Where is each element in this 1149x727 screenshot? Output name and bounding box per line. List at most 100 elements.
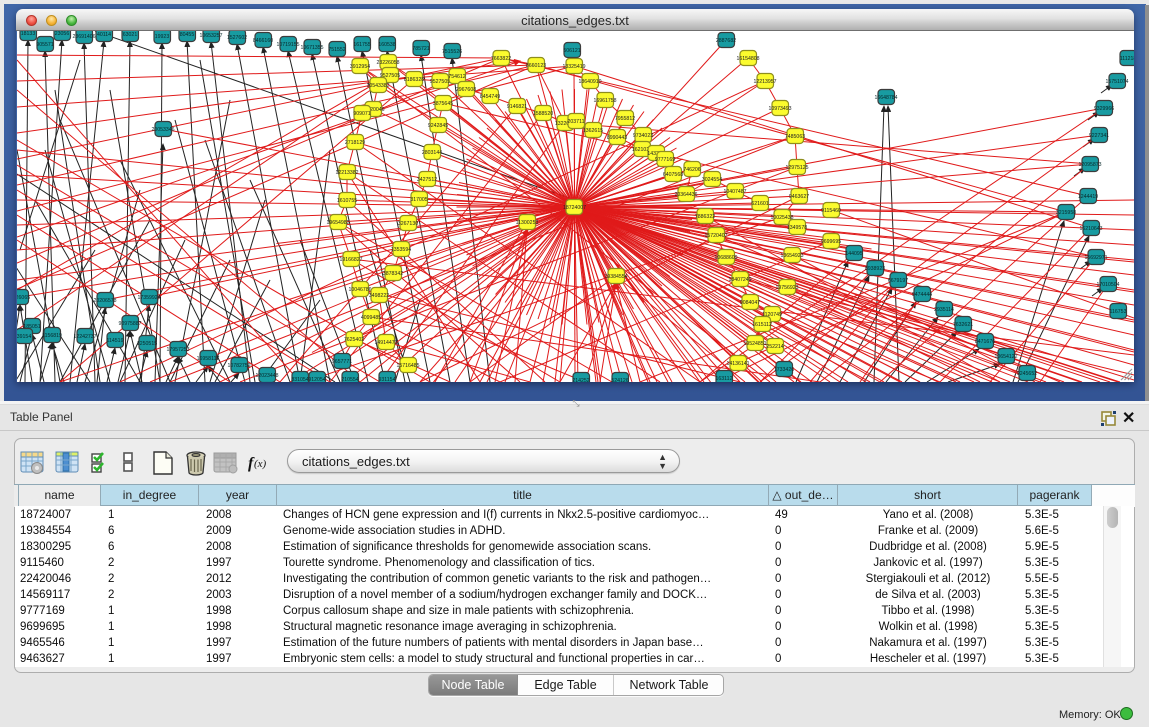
svg-text:524126: 524126 xyxy=(611,378,628,382)
svg-text:9245652: 9245652 xyxy=(1017,371,1037,377)
svg-text:751552: 751552 xyxy=(328,47,345,53)
svg-text:905571: 905571 xyxy=(36,42,53,48)
svg-text:1362615: 1362615 xyxy=(583,128,603,134)
svg-text:210554: 210554 xyxy=(341,377,358,382)
svg-text:909071: 909071 xyxy=(353,111,370,117)
svg-text:8990443: 8990443 xyxy=(607,135,627,141)
svg-text:10719155: 10719155 xyxy=(276,42,299,48)
svg-text:7955812: 7955812 xyxy=(615,116,635,122)
svg-text:203711: 203711 xyxy=(568,119,585,125)
svg-text:18133: 18133 xyxy=(21,31,36,37)
svg-text:18407249: 18407249 xyxy=(728,277,751,283)
svg-text:754612: 754612 xyxy=(448,74,465,80)
svg-text:144095: 144095 xyxy=(845,251,862,257)
svg-text:9474444: 9474444 xyxy=(912,292,932,298)
svg-text:80455: 80455 xyxy=(180,32,195,38)
svg-text:16961758: 16961758 xyxy=(593,98,616,104)
svg-text:2718129: 2718129 xyxy=(345,140,365,146)
svg-text:19384554: 19384554 xyxy=(604,274,627,280)
svg-text:3875645: 3875645 xyxy=(433,101,453,107)
svg-text:12213957: 12213957 xyxy=(753,79,776,85)
svg-text:1353594: 1353594 xyxy=(391,247,411,253)
svg-text:931154: 931154 xyxy=(379,377,396,382)
svg-text:621601: 621601 xyxy=(751,201,768,207)
svg-text:6679197: 6679197 xyxy=(888,278,908,284)
svg-text:15716485: 15716485 xyxy=(396,363,419,369)
svg-text:9699695: 9699695 xyxy=(821,239,841,245)
svg-text:8660123: 8660123 xyxy=(526,63,546,69)
svg-text:1250515: 1250515 xyxy=(137,341,157,347)
svg-text:506121: 506121 xyxy=(563,48,580,54)
svg-text:9463627: 9463627 xyxy=(789,194,809,200)
svg-text:317005: 317005 xyxy=(410,197,427,203)
svg-text:8186328: 8186328 xyxy=(404,77,424,83)
svg-text:7625402: 7625402 xyxy=(344,337,364,343)
svg-text:19756923: 19756923 xyxy=(775,285,798,291)
svg-text:17010504: 17010504 xyxy=(1096,282,1119,288)
svg-text:40114: 40114 xyxy=(97,32,111,38)
svg-text:7485063: 7485063 xyxy=(785,134,805,140)
svg-text:1244419: 1244419 xyxy=(1078,194,1098,200)
svg-text:10671355: 10671355 xyxy=(300,45,323,51)
svg-text:17957253: 17957253 xyxy=(166,347,189,353)
svg-text:2935114: 2935114 xyxy=(934,307,954,313)
svg-text:16648784: 16648784 xyxy=(874,95,897,101)
svg-text:12095873: 12095873 xyxy=(1078,162,1101,168)
svg-text:161755: 161755 xyxy=(353,42,370,48)
svg-text:7515526: 7515526 xyxy=(442,49,462,55)
svg-text:8471676: 8471676 xyxy=(975,339,995,345)
svg-text:18724007: 18724007 xyxy=(563,205,586,211)
svg-text:19524851: 19524851 xyxy=(743,341,766,347)
svg-text:19654982: 19654982 xyxy=(326,220,349,226)
svg-text:2887682: 2887682 xyxy=(716,38,736,44)
svg-text:6407568: 6407568 xyxy=(663,172,683,178)
svg-text:1349578: 1349578 xyxy=(787,225,807,231)
svg-text:10782759: 10782759 xyxy=(227,363,250,369)
svg-text:15751074: 15751074 xyxy=(1105,79,1128,85)
svg-text:10688609: 10688609 xyxy=(714,255,737,261)
svg-text:4099485: 4099485 xyxy=(361,315,381,321)
svg-text:3024554: 3024554 xyxy=(702,177,722,183)
svg-text:9084047: 9084047 xyxy=(740,300,760,306)
svg-text:16958117: 16958117 xyxy=(197,356,220,362)
svg-text:1733426: 1733426 xyxy=(774,367,794,373)
svg-text:(x): (x) xyxy=(254,458,267,470)
svg-text:10407487: 10407487 xyxy=(723,189,746,195)
svg-text:9527505: 9527505 xyxy=(430,79,450,85)
svg-text:214252: 214252 xyxy=(572,378,589,382)
svg-text:19166827: 19166827 xyxy=(339,257,362,263)
svg-text:1527602: 1527602 xyxy=(227,35,247,41)
svg-text:13654923: 13654923 xyxy=(780,253,803,259)
svg-text:9329966: 9329966 xyxy=(1094,106,1114,112)
svg-text:12023448: 12023448 xyxy=(255,373,278,379)
svg-text:11300253: 11300253 xyxy=(516,220,539,226)
svg-text:7886322: 7886322 xyxy=(695,214,715,220)
svg-text:16210643: 16210643 xyxy=(1079,226,1102,232)
svg-text:3912954: 3912954 xyxy=(350,64,370,70)
svg-text:14914479: 14914479 xyxy=(374,340,397,346)
svg-text:20364436: 20364436 xyxy=(674,192,697,198)
svg-text:160538: 160538 xyxy=(378,42,395,48)
svg-text:2967608: 2967608 xyxy=(456,87,476,93)
svg-text:23056: 23056 xyxy=(55,31,70,37)
svg-text:116753: 116753 xyxy=(1110,309,1127,315)
svg-text:2626065: 2626065 xyxy=(17,295,30,301)
svg-text:9146821: 9146821 xyxy=(507,104,527,110)
svg-text:746206: 746206 xyxy=(683,167,700,173)
svg-text:3215958: 3215958 xyxy=(1056,210,1076,216)
svg-text:111218: 111218 xyxy=(1120,56,1134,62)
svg-text:114519: 114519 xyxy=(107,338,124,344)
svg-text:8466160: 8466160 xyxy=(253,38,273,44)
svg-text:10653257: 10653257 xyxy=(199,33,222,39)
svg-text:163112: 163112 xyxy=(716,376,733,382)
svg-text:2803144: 2803144 xyxy=(422,150,442,156)
svg-text:7663822: 7663822 xyxy=(491,56,511,62)
svg-text:10654122: 10654122 xyxy=(994,354,1017,360)
svg-text:7632621: 7632621 xyxy=(953,322,973,328)
svg-text:10973493: 10973493 xyxy=(768,106,791,112)
svg-text:1610755: 1610755 xyxy=(337,198,357,204)
svg-text:3267130: 3267130 xyxy=(398,221,418,227)
svg-text:252214: 252214 xyxy=(766,344,783,350)
svg-text:3498222: 3498222 xyxy=(369,293,389,299)
svg-text:9777169: 9777169 xyxy=(655,157,675,163)
